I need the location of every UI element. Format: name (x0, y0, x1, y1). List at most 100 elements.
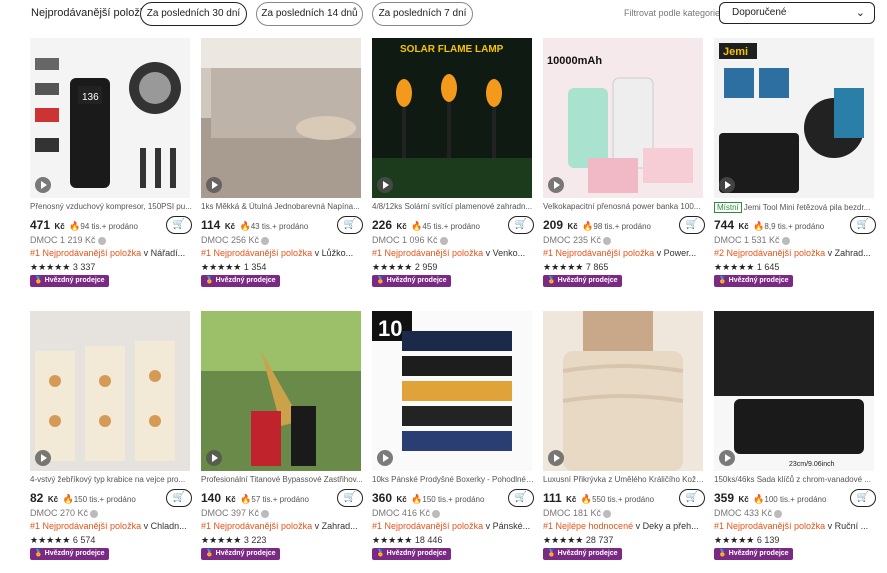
price: 744 (714, 218, 735, 232)
product-title[interactable]: 10ks Pánské Prodyšné Boxerky - Pohodlné … (372, 475, 534, 484)
play-icon[interactable] (35, 450, 51, 466)
product-title[interactable]: 150ks/46ks Sada klíčů z chrom-vanadové .… (714, 475, 876, 484)
rank-label[interactable]: #1 Nejprodávanější položka v Pánské... (372, 521, 534, 531)
add-to-cart-button[interactable]: 🛒 (679, 216, 705, 234)
add-to-cart-button[interactable]: 🛒 (508, 216, 534, 234)
chevron-down-icon: ⌄ (855, 7, 865, 19)
product-image[interactable] (30, 311, 190, 471)
product-card[interactable]: 10 10ks Pánské Prodyšné Boxerky - Pohodl… (372, 311, 534, 561)
product-card[interactable]: 4-vstvý žebříkový typ krabice na vejce p… (30, 311, 192, 561)
info-icon[interactable] (781, 236, 790, 245)
product-title[interactable]: Přenosný vzduchový kompresor, 150PSI pu.… (30, 202, 192, 211)
product-title[interactable]: Místní Jemi Tool Mini řetězová pila bezdr… (714, 202, 876, 213)
product-image[interactable]: 10000mAh (543, 38, 703, 198)
play-icon[interactable] (719, 177, 735, 193)
rank-label[interactable]: #1 Nejprodávanější položka v Power... (543, 248, 705, 258)
play-icon[interactable] (206, 177, 222, 193)
add-to-cart-button[interactable]: 🛒 (166, 489, 192, 507)
cart-icon: 🛒 (514, 219, 528, 230)
product-image[interactable]: SOLAR FLAME LAMP (372, 38, 532, 198)
rank-label[interactable]: #2 Nejprodávanější položka v Zahrad... (714, 248, 876, 258)
star-seller-badge: 🏅 Hvězdný prodejce (714, 275, 793, 287)
info-icon[interactable] (97, 236, 106, 245)
product-title[interactable]: Luxusní Přikrývka z Umělého Králičího Ko… (543, 475, 705, 484)
product-card[interactable]: Luxusní Přikrývka z Umělého Králičího Ko… (543, 311, 705, 561)
rating: ★★★★★ 2 959 (372, 262, 437, 273)
rank-label[interactable]: #1 Nejprodávanější položka v Nářadí... (30, 248, 192, 258)
review-count: 1 354 (243, 262, 267, 272)
play-icon[interactable] (35, 177, 51, 193)
rank-label[interactable]: #1 Nejprodávanější položka v Ruční ... (714, 521, 876, 531)
info-icon[interactable] (432, 509, 441, 518)
add-to-cart-button[interactable]: 🛒 (850, 216, 876, 234)
flame-icon: 🔥 (580, 494, 593, 504)
product-card[interactable]: Jemi Místní Jemi Tool Mini řetězová pila … (714, 38, 876, 288)
top-bar: Nejprodávanější položky Za posledních 30… (0, 0, 887, 28)
add-to-cart-button[interactable]: 🛒 (679, 489, 705, 507)
play-icon[interactable] (377, 177, 393, 193)
product-image[interactable]: 10 (372, 311, 532, 471)
add-to-cart-button[interactable]: 🛒 (508, 489, 534, 507)
info-icon[interactable] (261, 236, 270, 245)
product-title[interactable]: Velkokapacitní přenosná power banka 100.… (543, 202, 705, 211)
add-to-cart-button[interactable]: 🛒 (337, 216, 363, 234)
add-to-cart-button[interactable]: 🛒 (166, 216, 192, 234)
product-image[interactable] (543, 311, 703, 471)
price-row: 111 Kč 🔥550 tis.+ prodáno 🛒 (543, 489, 705, 507)
pill-14-days[interactable]: Za posledních 14 dnů (256, 2, 363, 26)
info-icon[interactable] (603, 509, 612, 518)
cart-icon: 🛒 (172, 492, 186, 503)
rating: ★★★★★ 1 354 (201, 262, 266, 273)
sold-count: 550 tis.+ prodáno (592, 495, 655, 504)
product-image[interactable] (201, 311, 361, 471)
rank-category: v Lůžko... (314, 248, 354, 258)
product-image[interactable]: Jemi (714, 38, 874, 198)
product-image[interactable]: 136 (30, 38, 190, 198)
product-card[interactable]: 1ks Měkká & Útulná Jednobarevná Napína..… (201, 38, 363, 288)
local-badge: Místní (714, 202, 742, 213)
product-title[interactable]: 4/8/12ks Solární svítící plamenové zahra… (372, 202, 534, 211)
add-to-cart-button[interactable]: 🛒 (337, 489, 363, 507)
rank-label[interactable]: #1 Nejlépe hodnocené v Deky a přeh... (543, 521, 705, 531)
product-card[interactable]: 136 Přenosný vzduchový kompresor, 150PSI… (30, 38, 192, 288)
product-image[interactable] (201, 38, 361, 198)
product-title[interactable]: 4-vstvý žebříkový typ krabice na vejce p… (30, 475, 192, 484)
play-icon[interactable] (719, 450, 735, 466)
review-count: 18 446 (414, 535, 443, 545)
star-seller-badge: 🏅 Hvězdný prodejce (543, 275, 622, 287)
svg-text:Jemi: Jemi (723, 46, 748, 58)
product-title[interactable]: 1ks Měkká & Útulná Jednobarevná Napína..… (201, 202, 363, 211)
pill-7-days[interactable]: Za posledních 7 dní (372, 2, 473, 26)
info-icon[interactable] (439, 236, 448, 245)
rank-label[interactable]: #1 Nejprodávanější položka v Zahrad... (201, 521, 363, 531)
rank-label[interactable]: #1 Nejprodávanější položka v Chladn... (30, 521, 192, 531)
info-icon[interactable] (774, 509, 783, 518)
pill-30-days[interactable]: Za posledních 30 dní (140, 2, 247, 26)
product-card[interactable]: Profesionální Titanové Bypassové Zastřih… (201, 311, 363, 561)
info-icon[interactable] (261, 509, 270, 518)
rank-category: v Deky a přeh... (635, 521, 699, 531)
flame-icon: 🔥 (582, 221, 594, 231)
cart-icon: 🛒 (514, 492, 528, 503)
review-count: 28 737 (585, 535, 614, 545)
product-image[interactable]: 23cm/9.06inch (714, 311, 874, 471)
product-card[interactable]: 23cm/9.06inch 150ks/46ks Sada klíčů z ch… (714, 311, 876, 561)
add-to-cart-button[interactable]: 🛒 (850, 489, 876, 507)
info-icon[interactable] (603, 236, 612, 245)
play-icon[interactable] (548, 177, 564, 193)
price: 471 (30, 218, 51, 232)
info-icon[interactable] (90, 509, 99, 518)
product-card[interactable]: 10000mAh Velkokapacitní přenosná power b… (543, 38, 705, 288)
product-card[interactable]: SOLAR FLAME LAMP 4/8/12ks Solární svítíc… (372, 38, 534, 288)
play-icon[interactable] (377, 450, 393, 466)
rank-category: v Zahrad... (827, 248, 871, 258)
product-title[interactable]: Profesionální Titanové Bypassové Zastřih… (201, 475, 363, 484)
review-count: 6 574 (72, 535, 96, 545)
flame-icon: 🔥 (411, 494, 423, 504)
play-icon[interactable] (548, 450, 564, 466)
play-icon[interactable] (206, 450, 222, 466)
sort-select[interactable]: Doporučené ⌄ (719, 2, 875, 24)
rank-label[interactable]: #1 Nejprodávanější položka v Lůžko... (201, 248, 363, 258)
stars-icon: ★★★★★ (30, 535, 71, 545)
rank-label[interactable]: #1 Nejprodávanější položka v Venko... (372, 248, 534, 258)
